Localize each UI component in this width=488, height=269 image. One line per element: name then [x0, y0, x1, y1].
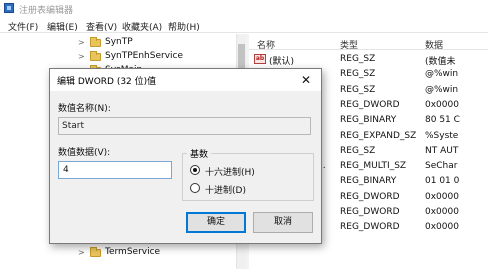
menu-edit[interactable]: 编辑(E) — [47, 20, 78, 33]
cell-name: (默认) — [269, 57, 295, 67]
menu-bar: 文件(F) 编辑(E) 查看(V) 收藏夹(A) 帮助(H) — [0, 17, 488, 33]
column-header-name[interactable]: 名称 — [257, 38, 275, 51]
cell-data: 01 01 0 — [425, 176, 460, 187]
cell-data: @%win — [425, 84, 459, 95]
menu-view[interactable]: 查看(V) — [86, 20, 117, 33]
radio-hexadecimal[interactable] — [190, 165, 200, 175]
cell-data: (数值未 — [425, 57, 456, 67]
folder-icon — [90, 51, 101, 61]
cell-type: REG_DWORD — [340, 222, 400, 233]
tree-item-label: SynTPEnhService — [105, 51, 184, 61]
cell-type: REG_BINARY — [340, 176, 397, 187]
edit-dword-dialog: 编辑 DWORD (32 位)值 ✕ 数值名称(N): Start 数值数据(V… — [49, 68, 322, 244]
close-icon[interactable]: ✕ — [295, 71, 317, 89]
tree-item-syntp[interactable]: > SynTP — [0, 36, 235, 50]
cell-type: REG_SZ — [340, 84, 376, 95]
ok-button[interactable]: 确定 — [186, 212, 246, 233]
tree-item-syntpenhservice[interactable]: > SynTPEnhService — [0, 50, 235, 64]
value-name-label: 数值名称(N): — [58, 104, 111, 114]
radio-decimal-label[interactable]: 十进制(D) — [205, 183, 246, 196]
column-header-data[interactable]: 数据 — [425, 38, 443, 51]
cell-type: REG_BINARY — [340, 115, 397, 126]
cell-data: 80 51 C — [425, 115, 460, 126]
tree-item-termservice[interactable]: > TermService — [0, 246, 235, 260]
cell-type: REG_MULTI_SZ — [340, 161, 407, 172]
chevron-right-icon[interactable]: > — [78, 248, 85, 257]
chevron-right-icon[interactable]: > — [78, 38, 85, 47]
tree-item-label: SynTP — [105, 37, 133, 47]
dialog-title: 编辑 DWORD (32 位)值 — [57, 77, 157, 87]
tree-item-label: TermService — [105, 247, 161, 257]
cell-data: 0x0000 — [425, 191, 459, 202]
menu-file[interactable]: 文件(F) — [8, 20, 38, 33]
folder-icon — [90, 37, 101, 47]
column-header-type[interactable]: 类型 — [340, 38, 358, 51]
cell-data: NT AUT — [425, 145, 459, 156]
menu-help[interactable]: 帮助(H) — [168, 20, 200, 33]
chevron-right-icon[interactable]: > — [78, 52, 85, 61]
window-title: 注册表编辑器 — [19, 6, 74, 16]
cell-data: @%win — [425, 69, 459, 80]
base-group-title: 基数 — [187, 147, 212, 160]
radio-hexadecimal-label[interactable]: 十六进制(H) — [205, 165, 255, 178]
dialog-titlebar: 编辑 DWORD (32 位)值 ✕ — [50, 69, 321, 91]
list-header: 名称 类型 数据 — [249, 34, 488, 51]
cell-type: REG_SZ — [340, 54, 376, 64]
cell-type: REG_DWORD — [340, 207, 400, 217]
cell-type: REG_SZ — [340, 69, 376, 80]
cell-type: REG_DWORD — [340, 99, 400, 110]
cell-data: %Syste — [425, 130, 459, 141]
cell-data: SeChar — [425, 161, 458, 172]
cell-data: 0x0000 — [425, 207, 459, 217]
cancel-button[interactable]: 取消 — [253, 212, 313, 233]
cell-data: 0x0000 — [425, 222, 459, 233]
window-titlebar: 注册表编辑器 — [0, 0, 488, 17]
registry-editor-icon — [4, 3, 14, 13]
list-row[interactable]: ab (默认) REG_SZ (数值未 — [249, 52, 488, 67]
cell-type: REG_DWORD — [340, 191, 400, 202]
value-name-field: Start — [58, 117, 311, 135]
cell-data: 0x0000 — [425, 99, 459, 110]
radio-decimal[interactable] — [190, 183, 200, 193]
cell-type: REG_SZ — [340, 145, 376, 156]
string-value-icon: ab — [254, 54, 266, 64]
cell-type: REG_EXPAND_SZ — [340, 130, 417, 141]
value-data-input[interactable] — [58, 161, 172, 179]
menu-favorites[interactable]: 收藏夹(A) — [122, 20, 162, 33]
value-data-label: 数值数据(V): — [58, 148, 111, 158]
folder-icon — [90, 247, 101, 257]
